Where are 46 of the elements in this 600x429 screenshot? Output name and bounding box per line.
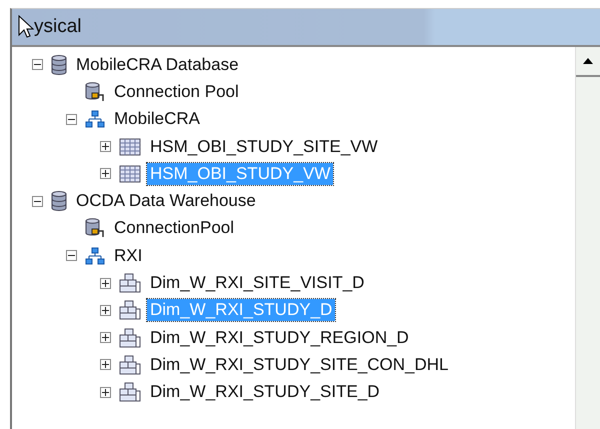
cube-stack-icon <box>119 273 141 294</box>
collapse-toggle[interactable] <box>32 196 43 207</box>
expand-toggle[interactable] <box>100 332 111 344</box>
cube-stack-icon <box>119 354 141 375</box>
tree-item[interactable]: Dim_W_RXI_STUDY_SITE_CON_DHL <box>147 354 452 376</box>
tree-item[interactable]: RXI <box>111 244 146 267</box>
tree-item[interactable]: Connection Pool <box>111 80 242 103</box>
tree-item[interactable]: Dim_W_RXI_SITE_VISIT_D <box>147 272 368 294</box>
cube-stack-icon <box>119 382 141 402</box>
database-icon <box>51 54 67 75</box>
plus-icon <box>102 361 109 368</box>
expand-toggle[interactable] <box>100 386 111 398</box>
tree-item[interactable]: Dim_W_RXI_STUDY_SITE_D <box>147 381 383 404</box>
plus-icon <box>102 170 109 178</box>
tree-item[interactable]: ConnectionPool <box>111 217 238 240</box>
table-grid-icon <box>119 138 141 156</box>
cube-stack-icon <box>119 328 141 348</box>
table-grid-icon <box>119 164 141 183</box>
collapse-toggle[interactable] <box>66 114 77 125</box>
panel-title: ysical <box>34 16 82 38</box>
database-icon <box>51 191 67 212</box>
expand-toggle[interactable] <box>100 304 111 316</box>
mouse-pointer-icon <box>18 15 34 39</box>
tree-item[interactable]: OCDA Data Warehouse <box>73 190 259 212</box>
cube-stack-icon <box>119 300 141 320</box>
collapse-toggle[interactable] <box>66 250 77 262</box>
network-icon <box>85 246 105 265</box>
database-plug-icon <box>85 82 105 102</box>
tree-item[interactable]: MobileCRA Database <box>73 54 242 76</box>
network-icon <box>85 110 105 128</box>
expand-toggle[interactable] <box>100 278 111 289</box>
plus-icon <box>102 306 109 314</box>
plus-icon <box>102 334 109 342</box>
tree-item[interactable]: MobileCRA <box>111 108 203 130</box>
arrow-up-icon <box>583 58 593 64</box>
database-plug-icon <box>85 218 105 238</box>
tree-item[interactable]: Dim_W_RXI_STUDY_REGION_D <box>147 326 412 349</box>
plus-icon <box>102 143 109 150</box>
tree-item[interactable]: HSM_OBI_STUDY_SITE_VW <box>147 136 381 158</box>
expand-toggle[interactable] <box>100 168 111 180</box>
expand-toggle[interactable] <box>100 359 111 370</box>
scrollbar[interactable] <box>575 47 600 429</box>
plus-icon <box>102 388 109 396</box>
plus-icon <box>102 280 109 287</box>
expand-toggle[interactable] <box>100 141 111 152</box>
collapse-toggle[interactable] <box>32 59 43 70</box>
